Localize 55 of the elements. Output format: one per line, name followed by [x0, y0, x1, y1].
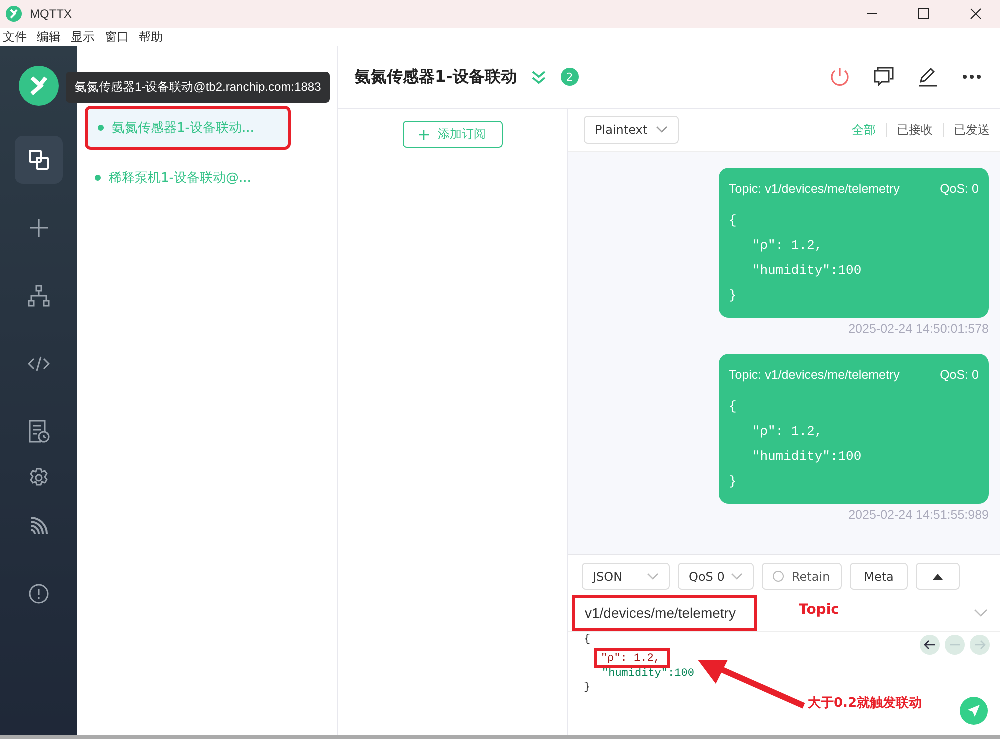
code-line: }: [584, 682, 592, 696]
menu-item[interactable]: 编辑: [37, 28, 61, 46]
retain-checkbox[interactable]: Retain: [762, 563, 842, 590]
nav-button[interactable]: [14, 136, 62, 184]
expand-button[interactable]: [916, 563, 960, 590]
chat-icon[interactable]: [874, 67, 894, 87]
power-icon[interactable]: [830, 67, 850, 87]
tooltip: 氨氮传感器1-设备联动@tb2.ranchip.com:1883: [66, 72, 330, 103]
message-qos: QoS: 0: [940, 182, 979, 196]
message-payload: { "ρ": 1.2, "humidity":100 }: [729, 398, 863, 491]
menu-item[interactable]: 显示: [71, 28, 95, 46]
format-dropdown[interactable]: Plaintext: [584, 116, 679, 144]
annotation-note: 大于0.2就触发联动: [808, 695, 922, 712]
maximize-icon[interactable]: [918, 8, 930, 20]
triangle-up-icon: [933, 574, 943, 580]
message-topic: Topic: v1/devices/me/telemetry: [729, 368, 900, 382]
send-icon: [967, 704, 981, 718]
app-logo-icon: [6, 6, 22, 22]
message-qos: QoS: 0: [940, 368, 979, 382]
more-icon[interactable]: [962, 74, 982, 80]
topic-input[interactable]: v1/devices/me/telemetry: [572, 595, 757, 631]
back-icon[interactable]: [920, 635, 940, 655]
payload-format-dropdown[interactable]: JSON: [582, 563, 670, 590]
gear-icon: [28, 468, 48, 488]
filter-tab[interactable]: 已发送: [954, 122, 990, 138]
filter-tab[interactable]: 已接收: [897, 122, 933, 138]
chevron-down-icon: [731, 572, 743, 580]
chevron-down-icon: [656, 126, 668, 134]
connection-title: 氨氮传感器1-设备联动: [355, 66, 517, 88]
count-badge: 2: [560, 68, 579, 86]
close-icon[interactable]: [970, 8, 982, 20]
meta-button[interactable]: Meta: [850, 563, 908, 590]
code-icon: [28, 356, 50, 372]
plus-icon: [419, 130, 429, 140]
code-line: {: [584, 634, 592, 648]
code-line: "humidity":100: [602, 668, 694, 682]
message-time: 2025-02-24 14:50:01:578: [848, 322, 989, 336]
message-time: 2025-02-24 14:51:55:989: [848, 508, 989, 522]
rss-icon: [30, 517, 48, 535]
annotation-label: Topic: [799, 602, 840, 618]
menu-item[interactable]: 帮助: [139, 28, 163, 46]
menu-item[interactable]: 文件: [3, 28, 27, 46]
qos-dropdown[interactable]: QoS 0: [678, 563, 754, 590]
plus-icon: [28, 218, 48, 238]
window-title: MQTTX: [30, 7, 72, 21]
windows-icon: [28, 149, 50, 171]
chevron-down-icon: [647, 572, 659, 580]
info-icon: [28, 584, 48, 604]
app-logo-icon: [18, 66, 58, 106]
log-icon: [28, 420, 50, 444]
pencil-icon[interactable]: [918, 67, 938, 87]
hierarchy-icon: [28, 285, 50, 307]
message-payload: { "ρ": 1.2, "humidity":100 }: [729, 212, 863, 305]
menu-item[interactable]: 窗口: [105, 28, 129, 46]
message-topic: Topic: v1/devices/me/telemetry: [729, 182, 900, 196]
